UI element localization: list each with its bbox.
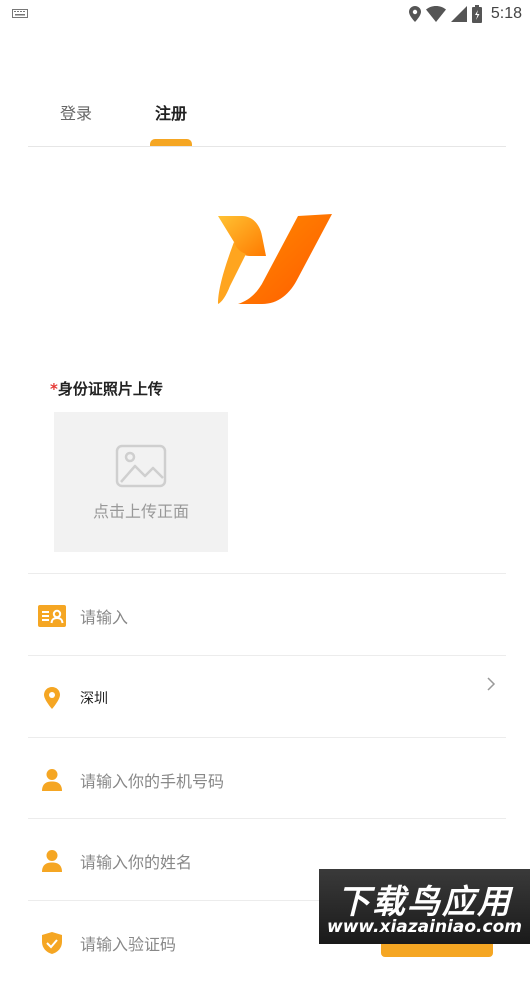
- name-input[interactable]: 请输入你的姓名: [80, 849, 192, 873]
- signal-icon: [450, 6, 467, 22]
- tab-divider: [28, 146, 506, 147]
- status-bar: 5:18: [0, 0, 532, 28]
- city-value: 深圳: [80, 691, 108, 707]
- location-icon: [408, 6, 421, 22]
- image-icon: [115, 444, 167, 488]
- watermark: 下载鸟应用 www.xiazainiao.com: [319, 869, 530, 944]
- user-icon: [42, 850, 62, 872]
- shield-check-icon: [42, 932, 62, 954]
- wifi-icon: [425, 6, 446, 22]
- brand-logo: [218, 214, 332, 304]
- id-number-input[interactable]: 请输入: [80, 604, 128, 628]
- id-photo-upload[interactable]: 点击上传正面: [54, 412, 228, 552]
- keyboard-icon: [12, 9, 28, 18]
- location-pin-icon: [44, 687, 60, 709]
- battery-icon: [471, 5, 482, 23]
- phone-row[interactable]: 请输入你的手机号码: [28, 737, 506, 820]
- tab-login[interactable]: 登录: [60, 100, 92, 124]
- watermark-url: www.xiazainiao.com: [327, 917, 522, 937]
- watermark-title: 下载鸟应用: [337, 882, 512, 921]
- upload-title: *身份证照片上传: [50, 378, 163, 399]
- verify-code-input[interactable]: 请输入验证码: [80, 931, 176, 955]
- user-icon: [42, 769, 62, 791]
- id-number-row[interactable]: 请输入: [28, 573, 506, 656]
- city-row[interactable]: 深圳: [28, 655, 506, 738]
- required-mark: *: [50, 380, 58, 398]
- id-card-icon: [38, 605, 66, 627]
- chevron-right-icon: [487, 677, 496, 691]
- tab-register[interactable]: 注册: [155, 100, 187, 124]
- upload-title-text: 身份证照片上传: [57, 380, 163, 398]
- status-time: 5:18: [490, 5, 522, 22]
- upload-hint: 点击上传正面: [92, 502, 189, 521]
- phone-input[interactable]: 请输入你的手机号码: [80, 768, 224, 792]
